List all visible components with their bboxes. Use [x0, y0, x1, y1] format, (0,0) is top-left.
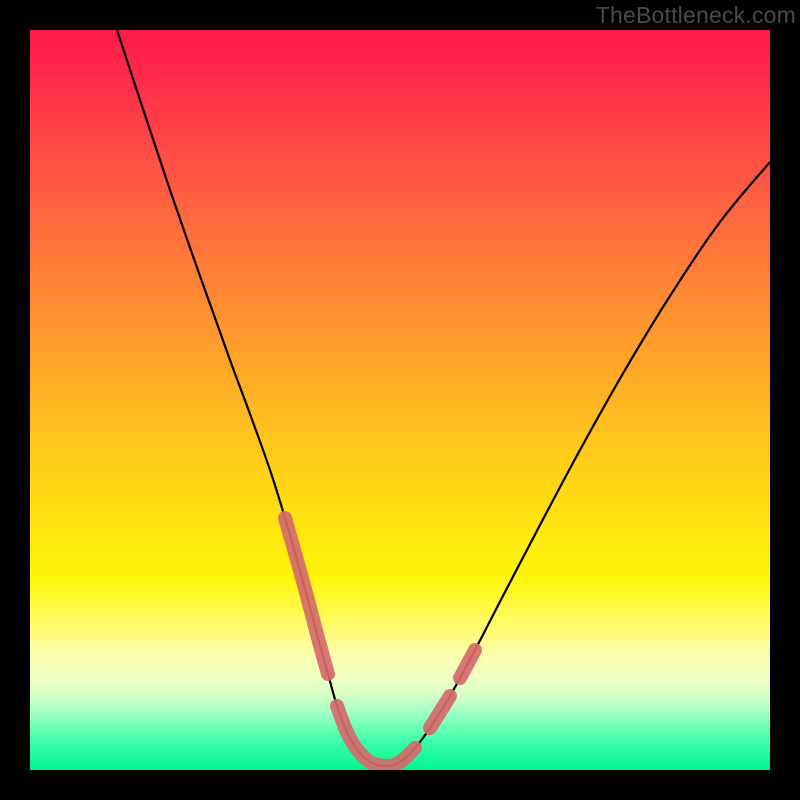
highlight-segment-2 — [430, 696, 450, 728]
highlight-segment-0 — [285, 518, 328, 674]
plot-area — [30, 30, 770, 770]
highlight-segment-1 — [337, 706, 415, 766]
bottleneck-curve — [117, 30, 770, 766]
chart-frame: TheBottleneck.com — [0, 0, 800, 800]
watermark-text: TheBottleneck.com — [596, 2, 796, 29]
highlight-segment-3 — [460, 650, 475, 678]
curve-svg — [30, 30, 770, 770]
